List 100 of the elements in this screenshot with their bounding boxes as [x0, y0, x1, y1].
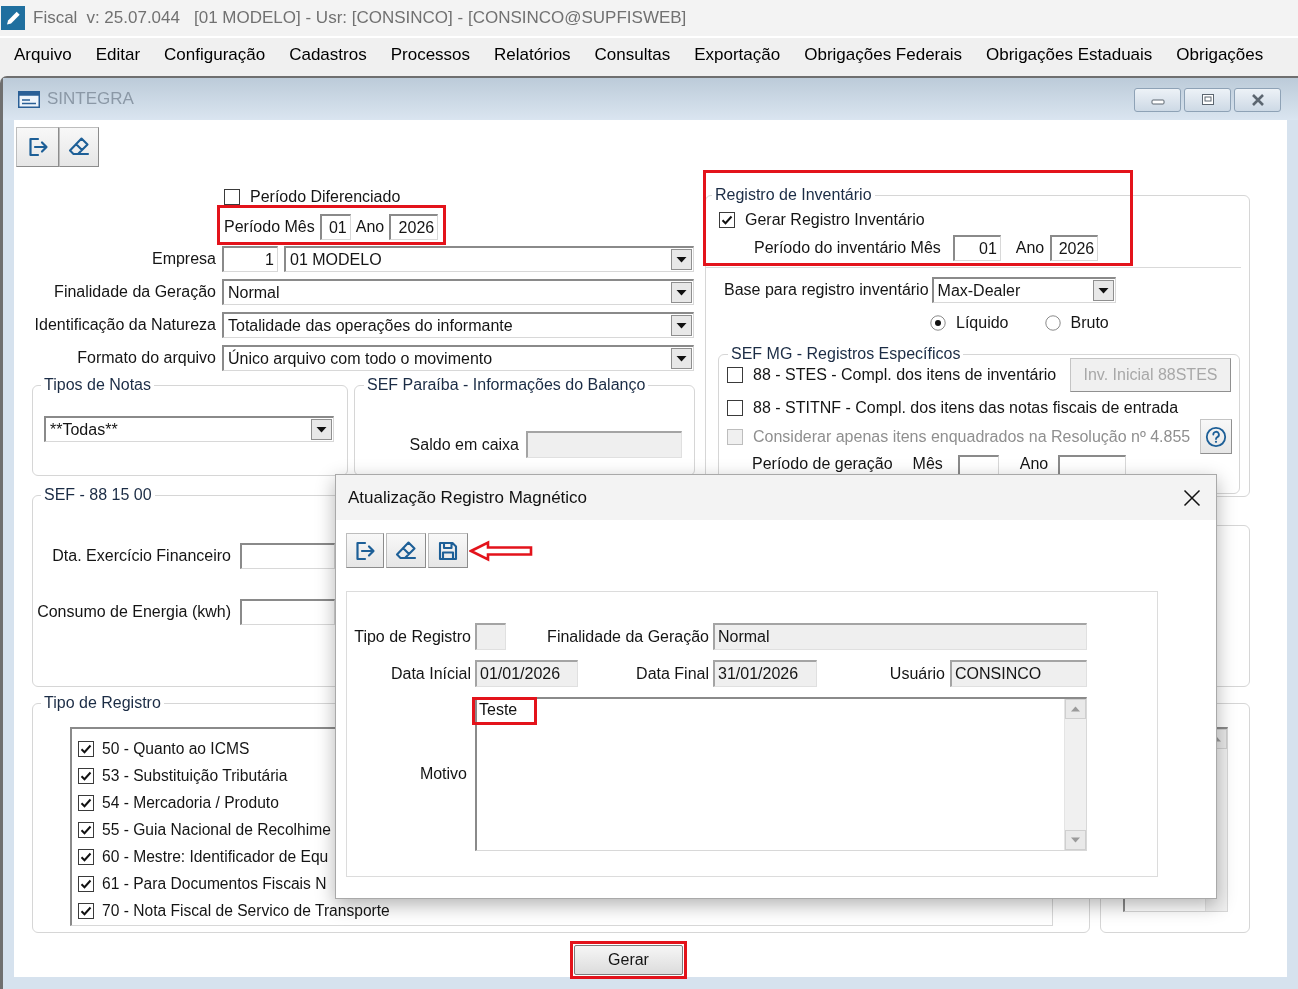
- month-field[interactable]: [957, 455, 999, 477]
- maximize-button[interactable]: [1184, 88, 1231, 112]
- caret-down-icon: [671, 249, 692, 270]
- checkbox-label: 88 - STES - Compl. dos itens de inventário: [753, 366, 1057, 384]
- radio-label: Bruto: [1070, 314, 1109, 332]
- month-field[interactable]: 01: [319, 214, 351, 240]
- caret-down-icon: [671, 348, 692, 369]
- group-title: Tipos de Notas: [41, 376, 154, 394]
- input-field[interactable]: [240, 599, 335, 625]
- field-value: Teste: [479, 701, 518, 718]
- field-label: Ano: [355, 218, 385, 236]
- exit-button[interactable]: [16, 127, 59, 167]
- checkbox-label: 61 - Para Documentos Fiscais N: [102, 874, 327, 893]
- checkbox[interactable]: [78, 821, 94, 838]
- field-label: Período Mês: [224, 218, 315, 236]
- input-field[interactable]: [240, 543, 335, 569]
- checkbox-label: 88 - STITNF - Compl. dos itens das notas fiscais de entrada: [753, 399, 1179, 417]
- close-icon[interactable]: [1183, 488, 1201, 507]
- checkbox[interactable]: [727, 400, 743, 416]
- checkbox[interactable]: [78, 902, 94, 919]
- checkbox[interactable]: [78, 848, 94, 865]
- group-title: SEF Paraíba - Informações do Balanço: [364, 376, 649, 394]
- select-field[interactable]: 01 MODELO: [284, 246, 694, 272]
- scroll-up-icon: [1065, 699, 1086, 719]
- clear-button[interactable]: [59, 127, 99, 167]
- menu-item[interactable]: Obrigações: [1176, 45, 1264, 65]
- menu-item[interactable]: Editar: [95, 45, 141, 65]
- field-label: Motivo: [419, 765, 467, 783]
- checkbox[interactable]: [224, 189, 240, 205]
- maximize-icon: [1199, 94, 1216, 106]
- text-area[interactable]: Teste: [475, 697, 1087, 851]
- window-icon: [18, 90, 40, 108]
- group-title: SEF MG - Registros Específicos: [728, 345, 964, 363]
- checkbox-label: 70 - Nota Fiscal de Servico de Transporte: [102, 901, 390, 920]
- menu-item[interactable]: Configuração: [164, 45, 266, 65]
- checkbox[interactable]: [727, 367, 743, 383]
- field-label: Identificação da Natureza: [34, 316, 216, 334]
- app-title: Fiscal: [33, 8, 78, 28]
- exit-button[interactable]: [346, 533, 384, 568]
- field-label: Data Inícial: [390, 664, 471, 683]
- group-title: Registro de Inventário: [712, 186, 875, 204]
- field-label: Formato do arquivo: [77, 349, 216, 367]
- caret-down-icon: [671, 315, 692, 336]
- field-label: Ano: [1015, 239, 1045, 257]
- field-label: Saldo em caixa: [409, 435, 519, 454]
- menu-item[interactable]: Consultas: [594, 45, 671, 65]
- checkbox-label: 54 - Mercadoria / Produto: [102, 793, 279, 812]
- year-field[interactable]: [1058, 455, 1127, 477]
- field-label: Base para registro inventário: [724, 281, 929, 299]
- select-field[interactable]: Normal: [222, 279, 694, 305]
- save-button[interactable]: [428, 533, 468, 568]
- menu-item[interactable]: Obrigações Federais: [804, 45, 962, 65]
- checkbox[interactable]: [78, 794, 94, 811]
- caret-down-icon: [671, 282, 692, 303]
- checkbox[interactable]: [78, 875, 94, 892]
- field-label: Período do inventário Mês: [754, 239, 941, 257]
- menu-item[interactable]: Exportação: [694, 45, 781, 65]
- menu-item[interactable]: Arquivo: [14, 45, 72, 65]
- select-field[interactable]: **Todas**: [44, 416, 334, 442]
- dialog-title: Atualização Registro Magnético: [348, 487, 588, 508]
- field-label: Consumo de Energia (kwh): [37, 603, 231, 621]
- menu-item[interactable]: Obrigações Estaduais: [986, 45, 1153, 65]
- select-field[interactable]: Max-Dealer: [931, 277, 1116, 303]
- checkbox-label: Gerar Registro Inventário: [745, 211, 925, 229]
- clear-button[interactable]: [386, 533, 426, 568]
- checkbox-label: Período Diferenciado: [250, 188, 401, 206]
- scrollbar[interactable]: [1064, 699, 1086, 850]
- menu-item[interactable]: Cadastros: [289, 45, 367, 65]
- field-label: Tipo de Registro: [354, 627, 471, 646]
- radio-button[interactable]: [1044, 315, 1061, 331]
- select-field[interactable]: Único arquivo com todo o movimento: [222, 345, 694, 371]
- checkbox-label: Considerar apenas itens enquadrados na Resolução nº 4.855: [753, 427, 1191, 446]
- close-button[interactable]: [1234, 88, 1281, 112]
- year-field[interactable]: 2026: [389, 214, 439, 240]
- code-field[interactable]: 1: [222, 246, 278, 272]
- field-label: Finalidade da Geração: [54, 283, 216, 301]
- menu-item[interactable]: Processos: [390, 45, 471, 65]
- month-field[interactable]: 01: [952, 235, 1001, 261]
- field-label: Período de geração: [752, 455, 893, 473]
- radio-button[interactable]: [930, 315, 946, 331]
- app-context: [01 MODELO] - Usr: [CONSINCO] - [CONSINCO@SUPFISWEB]: [194, 8, 687, 28]
- field-label: Empresa: [151, 250, 216, 268]
- checkbox[interactable]: [78, 767, 94, 784]
- select-field[interactable]: Totalidade das operações do informante: [222, 312, 694, 338]
- caret-down-icon: [311, 419, 332, 440]
- field-label: Usuário: [889, 664, 945, 683]
- menu-item[interactable]: Relatórios: [494, 45, 571, 65]
- field-label: Dta. Exercício Financeiro: [52, 547, 231, 565]
- window-title: SINTEGRA: [47, 89, 134, 109]
- group-title: Tipo de Registro: [41, 694, 164, 712]
- app-version: v: 25.07.044: [86, 8, 180, 28]
- checkbox-label: 55 - Guia Nacional de Recolhime: [102, 820, 331, 839]
- checkbox[interactable]: [78, 740, 94, 757]
- scroll-down-icon: [1065, 830, 1086, 850]
- radio-label: Líquido: [956, 314, 1009, 332]
- help-icon: [1205, 425, 1228, 448]
- generate-button[interactable]: Gerar: [574, 945, 683, 975]
- checkbox[interactable]: [719, 212, 735, 228]
- help-button[interactable]: [1200, 419, 1233, 454]
- year-field[interactable]: 2026: [1050, 235, 1099, 261]
